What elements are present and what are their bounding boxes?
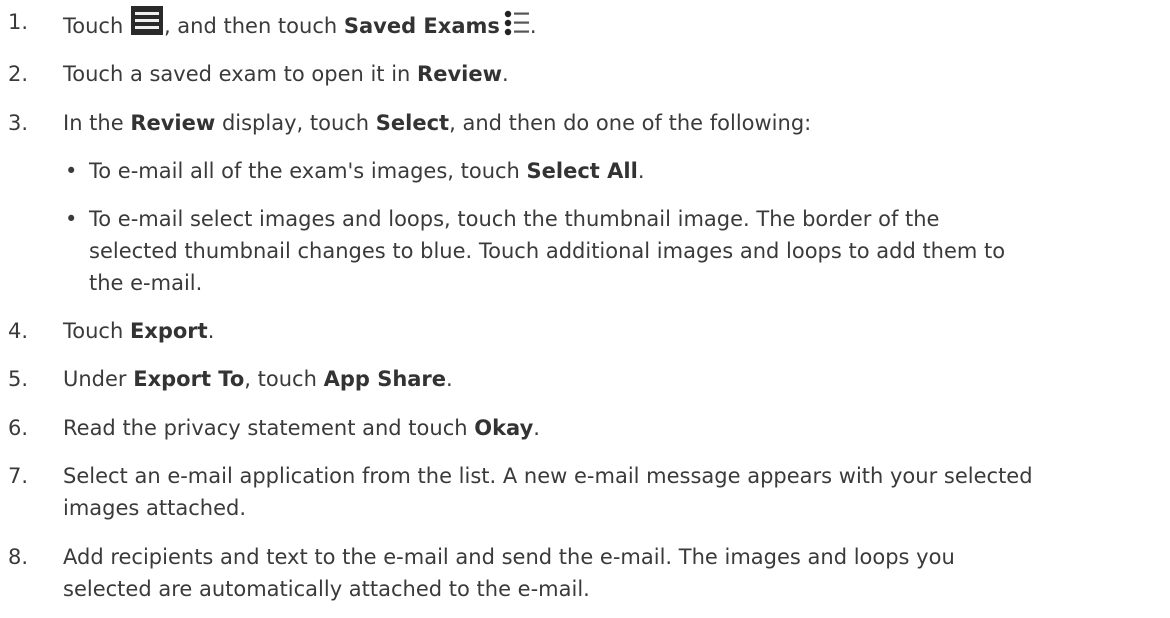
step-text: Under Export To, touch App Share. bbox=[63, 367, 453, 391]
menu-icon bbox=[130, 6, 163, 35]
substep-text: To e-mail select images and loops, touch… bbox=[89, 207, 1006, 295]
list-icon bbox=[504, 10, 529, 36]
step-number: 6. bbox=[8, 416, 29, 440]
step-number: 3. bbox=[8, 111, 29, 135]
bullet-marker: • bbox=[65, 207, 78, 231]
step-text: Select an e-mail application from the li… bbox=[63, 464, 1033, 520]
step-text: Touch a saved exam to open it in Review. bbox=[63, 62, 509, 86]
substep-text: To e-mail all of the exam's images, touc… bbox=[89, 159, 645, 183]
step-text: In the Review display, touch Select, and… bbox=[63, 111, 812, 135]
step-text: Read the privacy statement and touch Oka… bbox=[63, 416, 540, 440]
step-text: Touch Export. bbox=[63, 319, 215, 343]
step-number: 7. bbox=[8, 464, 29, 488]
step-number: 8. bbox=[8, 545, 29, 569]
step-text: Add recipients and text to the e-mail an… bbox=[63, 545, 955, 601]
step-number: 4. bbox=[8, 319, 29, 343]
step-number: 1. bbox=[8, 10, 29, 34]
step-text: Touch , and then touch Saved Exams. bbox=[63, 6, 1150, 42]
bullet-marker: • bbox=[65, 159, 78, 183]
step-number: 5. bbox=[8, 367, 29, 391]
step-number: 2. bbox=[8, 62, 29, 86]
